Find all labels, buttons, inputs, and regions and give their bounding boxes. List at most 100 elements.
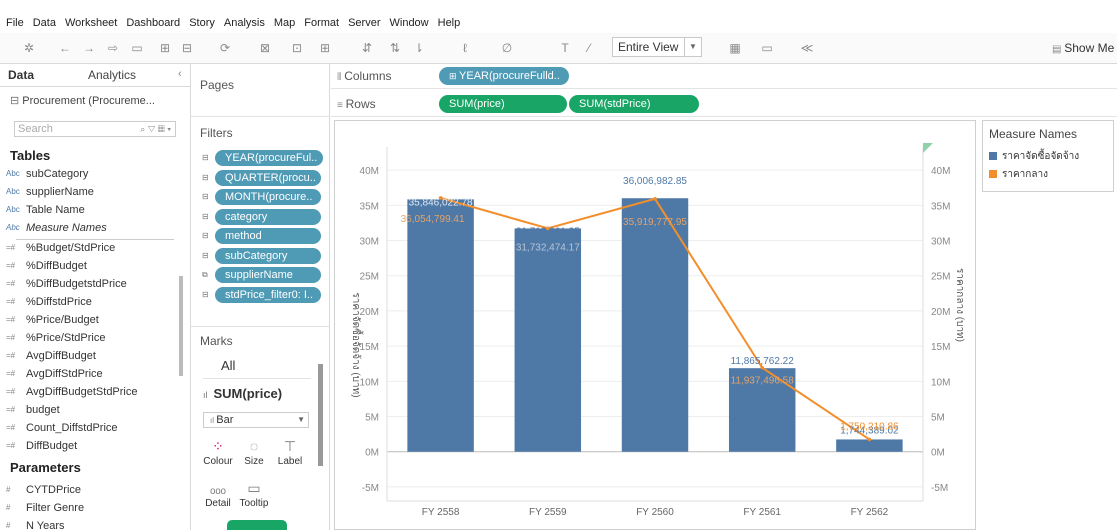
rows-pill-stdprice[interactable]: SUM(stdPrice) <box>569 95 699 113</box>
marks-scrollbar[interactable] <box>318 364 323 466</box>
line-point[interactable] <box>653 197 657 201</box>
filter-pill[interactable]: method <box>215 228 321 244</box>
y-tick-label-right: 0M <box>931 448 945 459</box>
search-filter-icons[interactable]: ⌕ ▽ ▦ ▾ <box>140 122 171 136</box>
field-label: %DiffBudget <box>26 260 87 272</box>
field-item[interactable]: =# %Price/StdPrice <box>6 332 105 344</box>
filter-pill[interactable]: YEAR(procureFul.. <box>215 150 323 166</box>
legend-title: Measure Names <box>989 127 1078 141</box>
marks-sum-price-tab[interactable]: ıl SUM(price) <box>203 386 282 401</box>
swap-rows-columns-icon[interactable]: ⇵ <box>360 41 374 55</box>
presentation-icon[interactable]: ▦ <box>728 41 742 55</box>
parameter-item[interactable]: # N Years <box>6 520 65 532</box>
rows-icon: ≡ <box>337 100 346 111</box>
legend-item-standard[interactable]: ราคากลาง <box>989 167 1048 182</box>
swap-icon[interactable]: ⊞ <box>318 41 332 55</box>
filters-card-title: Filters <box>200 126 233 140</box>
menu-item-analysis[interactable]: Analysis <box>224 17 265 29</box>
divider <box>191 326 329 327</box>
field-item[interactable]: =# AvgDiffBudgetStdPrice <box>6 386 138 398</box>
new-worksheet-icon[interactable]: ⊟ <box>180 41 194 55</box>
legend-card: Measure Names ราคาจัดซื้อจัดจ้าง ราคากลา… <box>982 120 1114 192</box>
pages-card-title: Pages <box>200 78 235 92</box>
clear-sheet-icon[interactable]: ⊡ <box>290 41 304 55</box>
datasource-item[interactable]: ⊟ Procurement (Procureme... <box>10 94 155 107</box>
undo-icon[interactable]: ← <box>58 41 72 55</box>
field-list-scrollbar[interactable] <box>179 276 183 376</box>
fit-mode-select[interactable]: Entire View ▼ <box>612 37 702 57</box>
bar[interactable] <box>836 439 903 452</box>
field-item[interactable]: Abc Measure Names <box>6 222 107 234</box>
detail-button[interactable]: ₒₒₒ Detail <box>201 478 235 514</box>
field-item[interactable]: =# AvgDiffStdPrice <box>6 368 103 380</box>
menu-item-story[interactable]: Story <box>189 17 215 29</box>
menu-item-window[interactable]: Window <box>390 17 429 29</box>
legend-item-actual[interactable]: ราคาจัดซื้อจัดจ้าง <box>989 149 1079 164</box>
duplicate-sheet-icon[interactable]: ⊠ <box>258 41 272 55</box>
field-item[interactable]: =# %DiffBudget <box>6 260 87 272</box>
highlight-icon[interactable]: ℓ <box>458 41 472 55</box>
field-item[interactable]: =# %DiffBudgetstdPrice <box>6 278 127 290</box>
fix-axes-icon[interactable]: ⁄ <box>582 41 596 55</box>
bar[interactable] <box>407 199 474 452</box>
parameter-item[interactable]: # Filter Genre <box>6 502 84 514</box>
filter-pill[interactable]: supplierName <box>215 267 321 283</box>
save-icon[interactable]: ▭ <box>130 41 144 55</box>
label-button[interactable]: ⊤ Label <box>273 436 307 472</box>
field-item[interactable]: =# Count_DiffstdPrice <box>6 422 118 434</box>
collapse-pane-icon[interactable]: ‹ <box>178 68 182 80</box>
menu-item-help[interactable]: Help <box>438 17 461 29</box>
field-item[interactable]: =# %Price/Budget <box>6 314 99 326</box>
field-item[interactable]: =# DiffBudget <box>6 440 77 452</box>
line-point[interactable] <box>867 437 872 442</box>
field-item[interactable]: Abc supplierName <box>6 186 94 198</box>
tab-data[interactable]: Data <box>8 68 34 82</box>
refresh-icon[interactable]: ⟳ <box>218 41 232 55</box>
search-input[interactable]: Search ⌕ ▽ ▦ ▾ <box>14 121 176 137</box>
marks-pill-partial[interactable] <box>227 520 287 530</box>
menu-item-worksheet[interactable]: Worksheet <box>65 17 117 29</box>
colour-button[interactable]: ⁘ Colour <box>201 436 235 472</box>
string-type-icon: Abc <box>6 223 20 232</box>
rows-pill-price[interactable]: SUM(price) <box>439 95 567 113</box>
group-icon[interactable]: ∅ <box>500 41 514 55</box>
show-me-button[interactable]: ▤ Show Me <box>1052 41 1114 55</box>
new-datasource-icon[interactable]: ⊞ <box>158 41 172 55</box>
filter-pill[interactable]: QUARTER(procu.. <box>215 169 321 186</box>
labels-icon[interactable]: T <box>558 41 572 55</box>
filter-pill[interactable]: category <box>215 208 321 225</box>
bar[interactable] <box>514 228 582 452</box>
parameter-item[interactable]: # CYTDPrice <box>6 484 82 496</box>
field-item[interactable]: =# %Budget/StdPrice <box>6 242 115 254</box>
filter-pill[interactable]: stdPrice_filter0: I.. <box>215 286 321 303</box>
sort-descending-icon[interactable]: ⇂ <box>412 41 426 55</box>
redo-icon[interactable]: → <box>82 41 96 55</box>
parameter-label: CYTDPrice <box>26 484 82 496</box>
menu-item-data[interactable]: Data <box>33 17 56 29</box>
share-icon[interactable]: ≪ <box>800 41 814 55</box>
tooltip-button[interactable]: ▭ Tooltip <box>237 478 271 514</box>
menu-item-file[interactable]: File <box>6 17 24 29</box>
menu-item-server[interactable]: Server <box>348 17 380 29</box>
size-button[interactable]: ◌ Size <box>237 436 271 472</box>
field-item[interactable]: =# budget <box>6 404 60 416</box>
marks-all-tab[interactable]: All <box>221 358 235 373</box>
menu-item-map[interactable]: Map <box>274 17 295 29</box>
replay-icon[interactable]: ⇨ <box>106 41 120 55</box>
mark-type-select[interactable]: ıl Bar ▼ <box>203 412 309 428</box>
field-item[interactable]: =# AvgDiffBudget <box>6 350 96 362</box>
filter-pill[interactable]: subCategory <box>215 247 321 264</box>
sort-ascending-icon[interactable]: ⇅ <box>388 41 402 55</box>
columns-pill[interactable]: ⊞ YEAR(procureFulld.. <box>439 67 569 85</box>
menu-item-format[interactable]: Format <box>304 17 339 29</box>
y-tick-label-right: -5M <box>931 483 948 494</box>
menu-item-dashboard[interactable]: Dashboard <box>126 17 180 29</box>
tab-analytics[interactable]: Analytics <box>88 68 136 82</box>
field-item[interactable]: Abc subCategory <box>6 168 88 180</box>
field-item[interactable]: =# %DiffstdPrice <box>6 296 92 308</box>
y-tick-label-right: 30M <box>931 237 950 248</box>
device-preview-icon[interactable]: ▭ <box>760 41 774 55</box>
field-item[interactable]: Abc Table Name <box>6 204 85 216</box>
bar-data-label: 31,712,861.35 <box>516 226 580 237</box>
filter-pill[interactable]: MONTH(procure.. <box>215 189 321 205</box>
